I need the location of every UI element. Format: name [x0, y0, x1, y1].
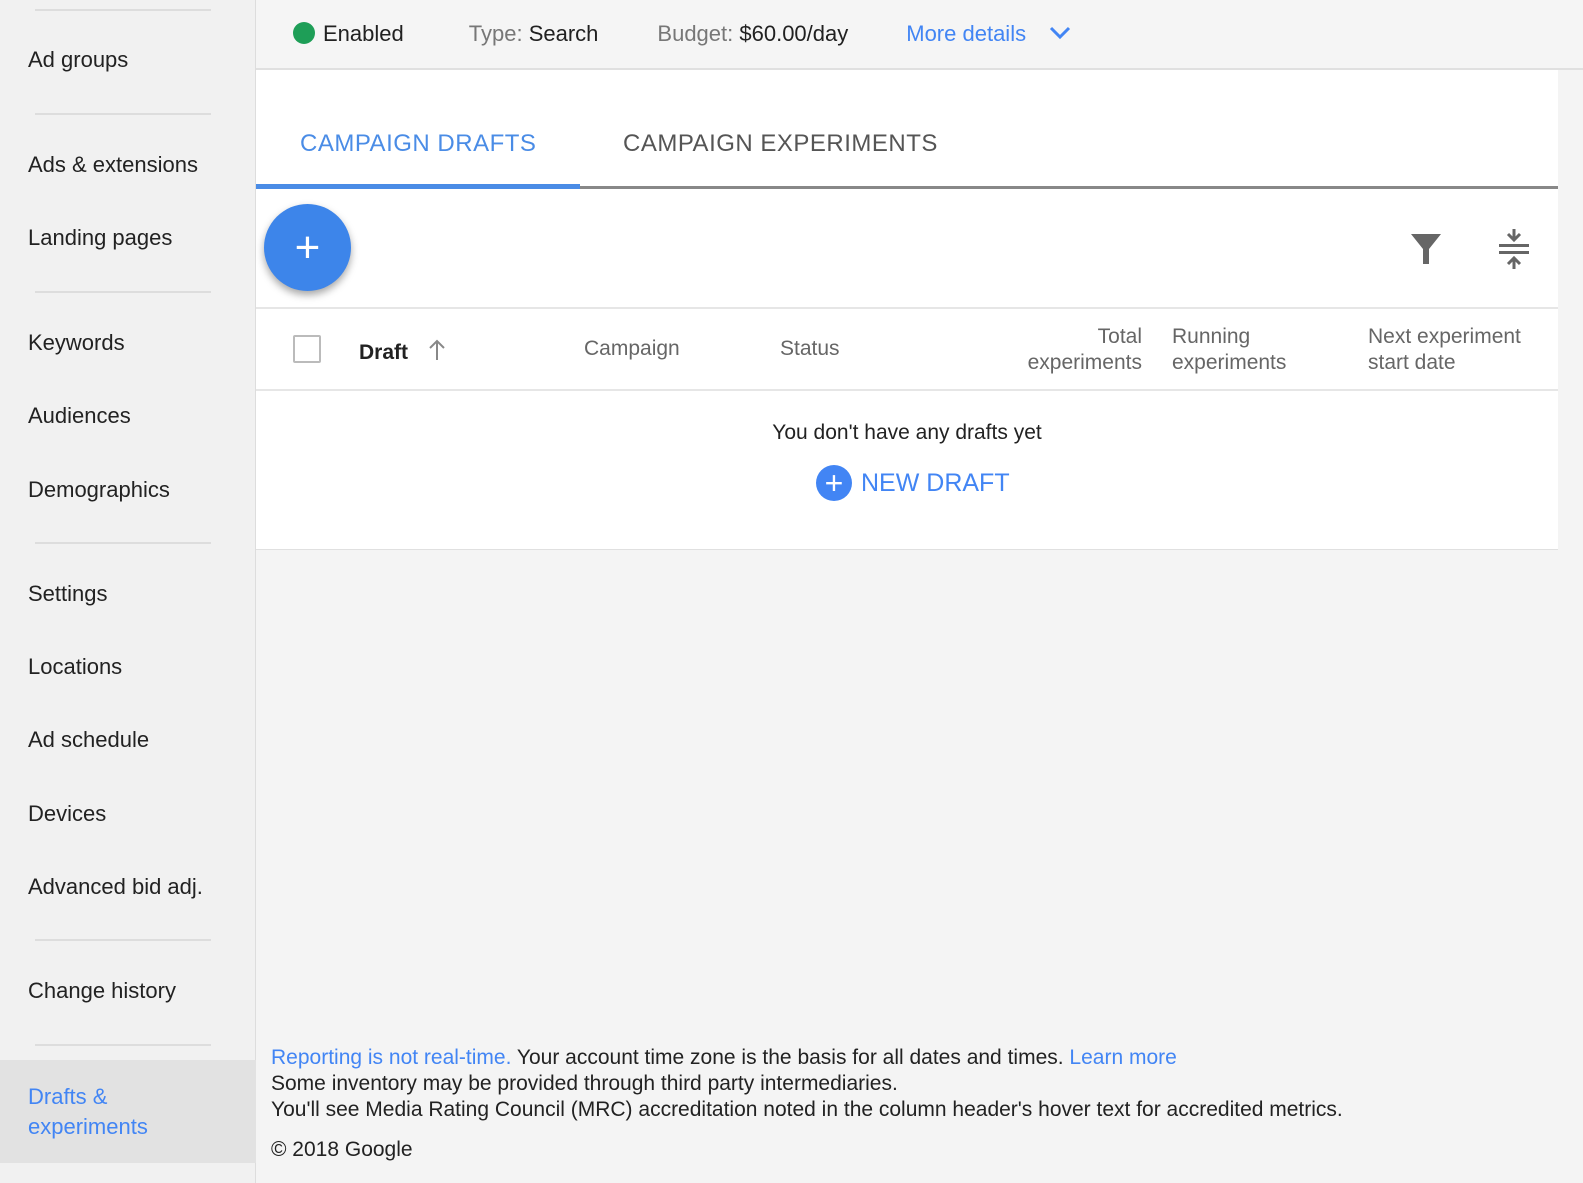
- add-circle-icon: +: [816, 465, 852, 501]
- type-value: Search: [528, 21, 599, 46]
- select-all-checkbox[interactable]: [293, 335, 321, 363]
- status: Enabled: [293, 21, 404, 47]
- footer: Reporting is not real-time. Your account…: [271, 1045, 1343, 1163]
- column-header-next-experiment-start-date[interactable]: Next experiment start date: [1368, 324, 1548, 376]
- sidebar-item-keywords[interactable]: Keywords: [0, 330, 256, 356]
- learn-more-link[interactable]: Learn more: [1069, 1046, 1176, 1069]
- sidebar-item-change-history[interactable]: Change history: [0, 978, 256, 1004]
- divider: [35, 542, 211, 544]
- more-details-label: More details: [906, 21, 1027, 46]
- sidebar-item-label: Drafts & experiments: [28, 1084, 148, 1139]
- sort-ascending-icon[interactable]: [427, 338, 447, 362]
- sidebar-item-landing-pages[interactable]: Landing pages: [0, 225, 256, 251]
- more-details-button[interactable]: More details: [906, 21, 1072, 47]
- column-header-campaign[interactable]: Campaign: [584, 336, 680, 362]
- sidebar-item-devices[interactable]: Devices: [0, 801, 256, 827]
- column-header-running-experiments[interactable]: Running experiments: [1172, 324, 1302, 376]
- mrc-note: You'll see Media Rating Council (MRC) ac…: [271, 1098, 1343, 1121]
- divider: [35, 939, 211, 941]
- new-draft-button[interactable]: + NEW DRAFT: [816, 465, 1010, 501]
- tab-campaign-drafts[interactable]: CAMPAIGN DRAFTS: [300, 130, 536, 158]
- status-text: Enabled: [323, 21, 404, 46]
- inventory-note: Some inventory may be provided through t…: [271, 1072, 898, 1095]
- budget: Budget: $60.00/day: [657, 21, 848, 47]
- type-label: Type:: [468, 21, 523, 46]
- drafts-panel: CAMPAIGN DRAFTS CAMPAIGN EXPERIMENTS + D…: [256, 70, 1558, 550]
- enabled-status-dot-icon: [293, 22, 315, 44]
- add-draft-button[interactable]: +: [264, 204, 351, 291]
- sidebar: Ad groups Ads & extensions Landing pages…: [0, 0, 256, 1183]
- divider: [256, 389, 1558, 391]
- filter-icon[interactable]: [1410, 232, 1442, 266]
- budget-value: $60.00/day: [739, 21, 849, 46]
- sidebar-item-ads-extensions[interactable]: Ads & extensions: [0, 152, 256, 178]
- empty-state-message: You don't have any drafts yet: [772, 421, 1042, 444]
- campaign-type: Type: Search: [469, 21, 599, 47]
- copyright: © 2018 Google: [271, 1138, 413, 1161]
- budget-label: Budget:: [657, 21, 734, 46]
- column-header-draft[interactable]: Draft: [359, 340, 408, 366]
- active-tab-indicator: [256, 184, 580, 189]
- sidebar-item-ad-schedule[interactable]: Ad schedule: [0, 727, 256, 753]
- new-draft-label: NEW DRAFT: [861, 468, 1010, 497]
- campaign-summary-bar: Enabled Type: Search Budget: $60.00/day …: [256, 0, 1583, 70]
- sidebar-item-drafts-experiments[interactable]: Drafts & experiments: [0, 1060, 256, 1163]
- chevron-down-icon: [1050, 26, 1071, 40]
- sidebar-item-locations[interactable]: Locations: [0, 654, 256, 680]
- sidebar-item-advanced-bid-adj[interactable]: Advanced bid adj.: [0, 874, 256, 900]
- divider: [256, 307, 1558, 309]
- divider: [35, 113, 211, 115]
- column-header-status[interactable]: Status: [780, 336, 840, 362]
- timezone-note: Your account time zone is the basis for …: [511, 1046, 1070, 1069]
- sidebar-item-ad-groups[interactable]: Ad groups: [0, 47, 256, 73]
- tab-campaign-experiments[interactable]: CAMPAIGN EXPERIMENTS: [623, 130, 938, 158]
- sidebar-item-settings[interactable]: Settings: [0, 581, 256, 607]
- divider: [35, 1044, 211, 1046]
- reporting-link[interactable]: Reporting is not real-time.: [271, 1046, 511, 1069]
- sidebar-item-audiences[interactable]: Audiences: [0, 403, 256, 429]
- divider: [35, 9, 211, 11]
- divider: [35, 291, 211, 293]
- plus-icon: +: [294, 222, 321, 272]
- compact-rows-icon[interactable]: [1497, 228, 1531, 270]
- column-header-total-experiments[interactable]: Total experiments: [1006, 324, 1142, 376]
- sidebar-item-demographics[interactable]: Demographics: [0, 477, 256, 503]
